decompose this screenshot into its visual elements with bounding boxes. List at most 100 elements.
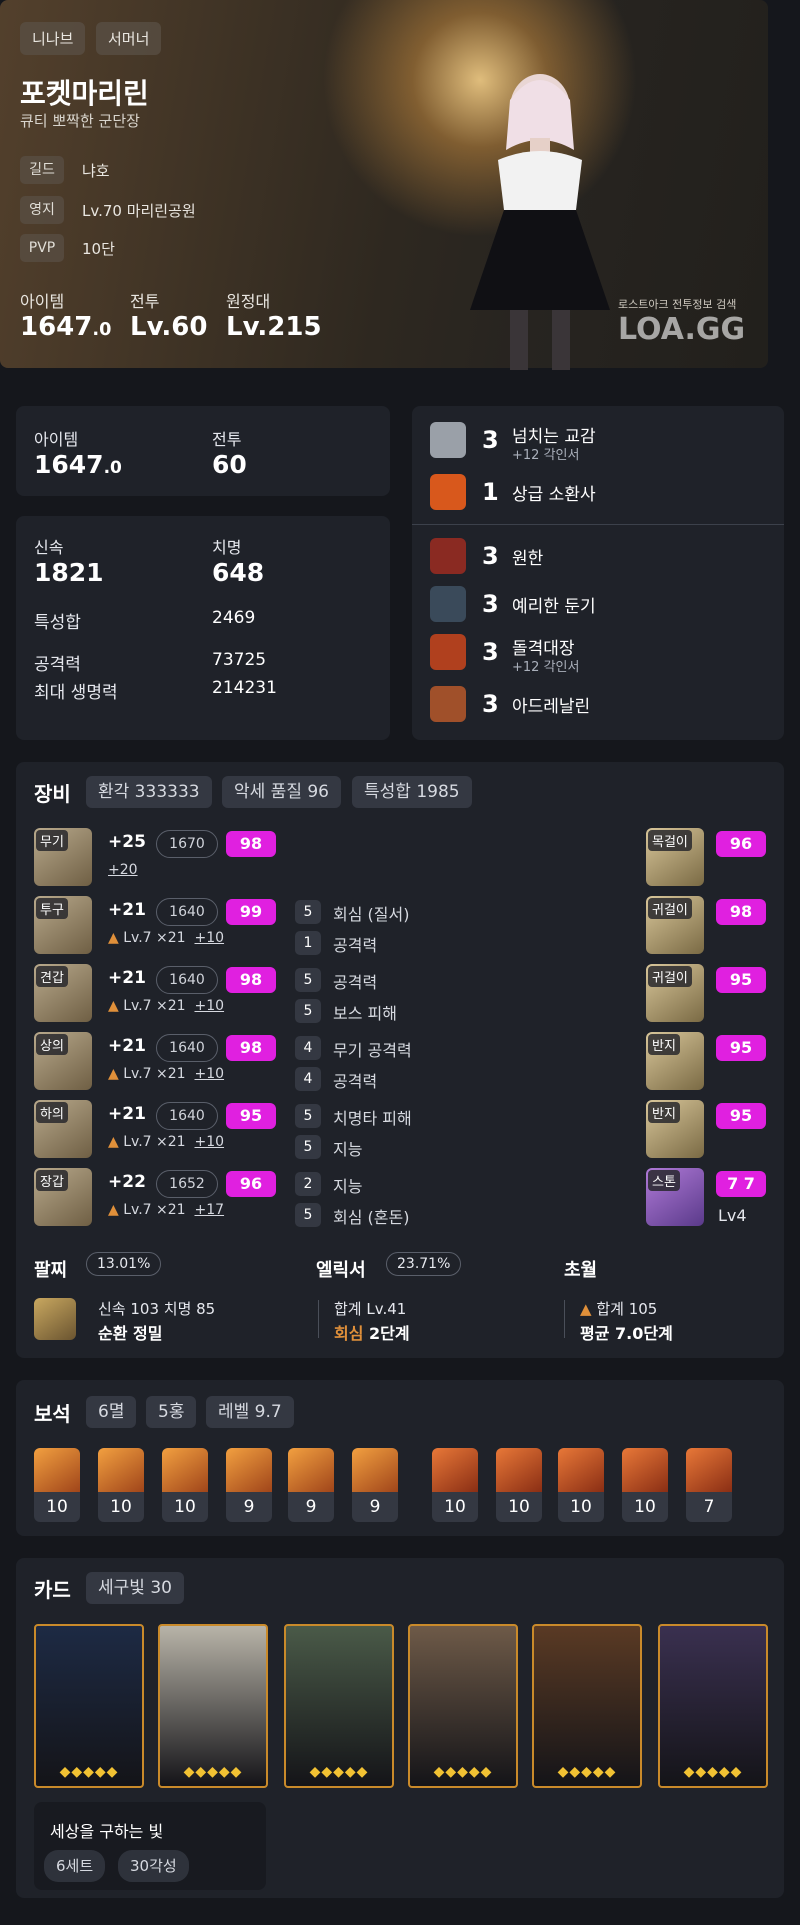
card-item[interactable]: ◆◆◆◆◆ <box>158 1624 268 1788</box>
item-level-card: 아이템 1647.0 전투 60 <box>16 406 390 496</box>
engraving-name[interactable]: 아드레날린 <box>512 692 590 717</box>
gem-slot[interactable]: 10 <box>496 1448 542 1522</box>
accessory-quality: 95 <box>716 967 766 993</box>
engraving-icon <box>430 422 466 458</box>
gear-option-name: 공격력 <box>333 973 378 992</box>
gear-slot-tag: 무기 <box>36 830 68 851</box>
server-badge[interactable]: 니나브 <box>20 22 86 55</box>
gem-icon <box>34 1448 80 1492</box>
card-item[interactable]: ◆◆◆◆◆ <box>532 1624 642 1788</box>
attack-label: 공격력 <box>34 655 81 675</box>
gear-enhance: +21 <box>108 968 146 988</box>
gem-slot[interactable]: 9 <box>226 1448 272 1522</box>
gear-slot-icon[interactable]: 장갑 <box>34 1168 92 1226</box>
engraving-icon <box>430 586 466 622</box>
accessory-icon[interactable]: 스톤 <box>646 1168 704 1226</box>
gem-slot[interactable]: 9 <box>352 1448 398 1522</box>
card-awaken-gems: ◆◆◆◆◆ <box>183 1764 243 1780</box>
gear-slot-icon[interactable]: 상의 <box>34 1032 92 1090</box>
class-badge[interactable]: 서머너 <box>96 22 162 55</box>
watermark-logo: LOA.GG <box>618 312 746 347</box>
gem-slot[interactable]: 10 <box>558 1448 604 1522</box>
engraving-book: +12 각인서 <box>512 660 580 675</box>
gem-icon <box>98 1448 144 1492</box>
accessory-icon[interactable]: 귀걸이 <box>646 964 704 1022</box>
card-item[interactable]: ◆◆◆◆◆ <box>658 1624 768 1788</box>
gear-slot-tag: 투구 <box>36 898 68 919</box>
gear-option-name: 공격력 <box>333 1072 378 1091</box>
gear-option-level: 5 <box>295 1135 321 1159</box>
engraving-icon <box>430 538 466 574</box>
character-title: 큐티 뽀짝한 군단장 <box>20 112 140 130</box>
gem-slot[interactable]: 10 <box>34 1448 80 1522</box>
bracelet-pct: 13.01% <box>86 1252 162 1276</box>
gem-icon <box>432 1448 478 1492</box>
accessory-tag: 귀걸이 <box>648 898 692 919</box>
gem-level: 7 <box>686 1492 732 1522</box>
bracelet-icon[interactable] <box>34 1298 76 1340</box>
accessory-icon[interactable]: 목걸이 <box>646 828 704 886</box>
card-awaken-gems: ◆◆◆◆◆ <box>433 1764 493 1780</box>
gem-slot[interactable]: 10 <box>162 1448 208 1522</box>
card-set-box: 세상을 구하는 빛 6세트 30각성 <box>34 1802 266 1890</box>
gems-destruction-pill: 6멸 <box>86 1396 137 1428</box>
accessory-icon[interactable]: 반지 <box>646 1032 704 1090</box>
gear-slot-icon[interactable]: 투구 <box>34 896 92 954</box>
engraving-name[interactable]: 예리한 둔기 <box>512 592 596 617</box>
card-set-name: 세상을 구하는 빛 <box>50 1822 164 1841</box>
pvp-label: PVP <box>20 234 64 262</box>
gear-quality: 98 <box>226 831 276 857</box>
character-illustration <box>470 74 610 370</box>
gem-icon <box>162 1448 208 1492</box>
gear-option-name: 무기 공격력 <box>333 1041 412 1060</box>
gem-slot[interactable]: 10 <box>622 1448 668 1522</box>
gem-level: 10 <box>432 1492 478 1522</box>
gear-slot-icon[interactable]: 하의 <box>34 1100 92 1158</box>
gear-option-level: 5 <box>295 999 321 1023</box>
gem-slot[interactable]: 7 <box>686 1448 732 1522</box>
accessory-icon[interactable]: 반지 <box>646 1100 704 1158</box>
gem-slot[interactable]: 9 <box>288 1448 334 1522</box>
gem-level: 9 <box>288 1492 334 1522</box>
gear-option-name: 공격력 <box>333 936 378 955</box>
gear-sub-info: ▲ Lv.7 ×21 +17 <box>108 1202 225 1218</box>
accessory-icon[interactable]: 귀걸이 <box>646 896 704 954</box>
card-item[interactable]: ◆◆◆◆◆ <box>408 1624 518 1788</box>
elixir-effect: 회심 2단계 <box>334 1324 410 1343</box>
gear-option-name: 지능 <box>333 1177 363 1196</box>
gem-slot[interactable]: 10 <box>98 1448 144 1522</box>
gem-icon <box>686 1448 732 1492</box>
gear-item-level: 1640 <box>156 1102 218 1130</box>
gem-slot[interactable]: 10 <box>432 1448 478 1522</box>
engraving-icon <box>430 474 466 510</box>
gear-option-name: 회심 (혼돈) <box>333 1208 410 1227</box>
gear-slot-icon[interactable]: 무기 <box>34 828 92 886</box>
engraving-name[interactable]: 상급 소환사 <box>512 480 596 505</box>
equipment-section: 장비 환각 333333 악세 품질 96 특성합 1985 무기 +25 1670… <box>16 762 784 1358</box>
card-awaken-gems: ◆◆◆◆◆ <box>557 1764 617 1780</box>
engraving-level: 3 <box>482 638 499 666</box>
gem-level: 10 <box>34 1492 80 1522</box>
bracelet-effects: 순환 정밀 <box>98 1324 163 1343</box>
character-name: 포켓마리린 <box>20 77 149 110</box>
card-item[interactable]: ◆◆◆◆◆ <box>34 1624 144 1788</box>
gear-enhance: +21 <box>108 1036 146 1056</box>
accessory-quality: 95 <box>716 1103 766 1129</box>
summary-item-value: 1647.0 <box>34 450 122 479</box>
accessory-quality: 7 7 <box>716 1171 766 1197</box>
transcend-divider <box>564 1300 565 1338</box>
guild-label: 길드 <box>20 156 64 184</box>
engraving-icon <box>430 634 466 670</box>
gear-option-level: 4 <box>295 1036 321 1060</box>
gear-item-level: 1640 <box>156 898 218 926</box>
gear-sub-info: ▲ Lv.7 ×21 +10 <box>108 998 225 1014</box>
hero-combat-value: Lv.60 <box>130 312 208 342</box>
gem-icon <box>622 1448 668 1492</box>
card-item[interactable]: ◆◆◆◆◆ <box>284 1624 394 1788</box>
gear-slot-tag: 견갑 <box>36 966 68 987</box>
engraving-name[interactable]: 원한 <box>512 544 543 569</box>
gear-slot-icon[interactable]: 견갑 <box>34 964 92 1022</box>
gear-quality: 96 <box>226 1171 276 1197</box>
accessory-quality-pill: 악세 품질 96 <box>222 776 341 808</box>
engraving-level: 1 <box>482 478 499 506</box>
